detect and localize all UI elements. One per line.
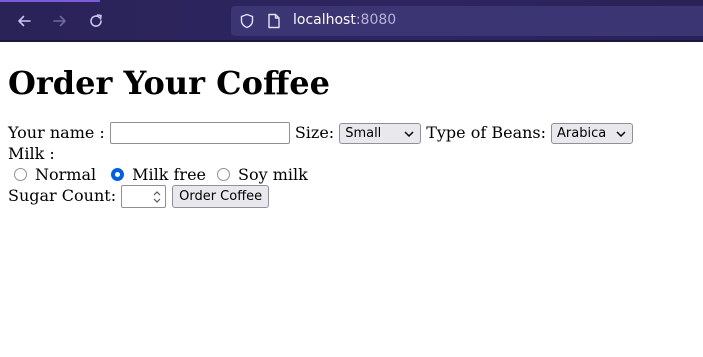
reload-icon [90,14,102,27]
order-coffee-button[interactable]: Order Coffee [172,184,270,208]
url-host: localhost [293,12,356,28]
milk-radio-soy-milk[interactable] [217,167,231,181]
order-details-row: Your name : Size: Small Type of Beans: A… [8,122,695,144]
url-bar[interactable]: localhost:8080 [231,6,703,36]
sugar-count-input[interactable] [121,184,167,208]
forward-button[interactable] [48,9,72,33]
chevron-down-icon [404,130,414,137]
size-label: Size: [294,123,335,142]
milk-radio-normal[interactable] [14,167,27,181]
back-arrow-icon [18,15,31,27]
milk-option-label-milk-free: Milk free [132,164,207,184]
shield-icon[interactable] [239,13,255,34]
milk-option-label-soy-milk: Soy milk [238,164,308,184]
reload-button[interactable] [84,9,108,33]
spinner-arrows-icon[interactable] [153,189,161,205]
name-input[interactable] [109,122,290,144]
page-content: Order Your Coffee Your name : Size: Smal… [8,44,695,208]
milk-options: Normal Milk free Soy milk [8,164,695,184]
milk-option-label-normal: Normal [35,164,97,184]
forward-arrow-icon [53,15,66,27]
url-port: :8080 [355,12,397,28]
sugar-row: Sugar Count: Order Coffee [8,184,695,208]
back-button[interactable] [12,9,36,33]
size-select[interactable]: Small [339,122,422,144]
browser-toolbar: localhost:8080 [0,0,703,42]
page-title: Order Your Coffee [8,64,330,102]
page-icon [267,13,281,34]
chevron-down-icon [616,130,626,137]
name-label: Your name : [8,123,105,142]
sugar-label: Sugar Count: [8,186,117,205]
url-text[interactable]: localhost:8080 [293,12,396,28]
size-selected-value: Small [345,125,382,141]
milk-radio-milk-free[interactable] [111,167,125,181]
beans-select[interactable]: Arabica [551,122,634,144]
beans-label: Type of Beans: [426,123,547,142]
active-tab-accent [0,0,100,2]
milk-label: Milk : [8,144,55,163]
beans-selected-value: Arabica [557,125,607,141]
